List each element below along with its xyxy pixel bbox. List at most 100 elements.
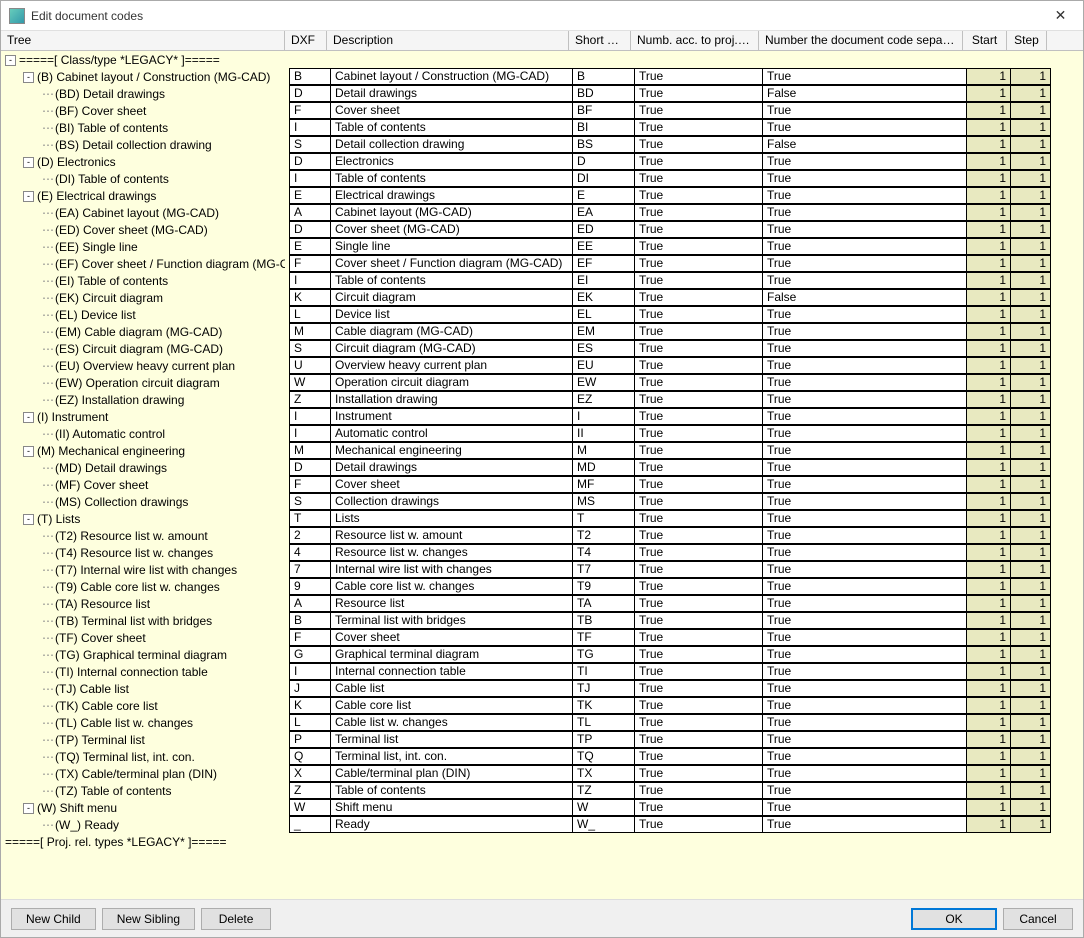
cell-step[interactable]: 1 — [1011, 527, 1051, 544]
cell-short-text[interactable]: EI — [573, 272, 635, 289]
cell-dxf[interactable]: I — [289, 663, 331, 680]
tree-cell[interactable]: ⋯(T7) Internal wire list with changes — [1, 561, 285, 579]
cell-step[interactable]: 1 — [1011, 646, 1051, 663]
delete-button[interactable]: Delete — [201, 908, 271, 930]
tree-cell[interactable]: ⋯(TI) Internal connection table — [1, 663, 285, 681]
cell-step[interactable]: 1 — [1011, 697, 1051, 714]
cell-dxf[interactable]: D — [289, 459, 331, 476]
cell-description[interactable]: Operation circuit diagram — [331, 374, 573, 391]
cell-short-text[interactable]: T — [573, 510, 635, 527]
cell-proj[interactable]: True — [635, 595, 763, 612]
tree-row[interactable]: ⋯(BF) Cover sheetFCover sheetBFTrueTrue1… — [1, 102, 1083, 120]
cell-start[interactable]: 1 — [967, 578, 1011, 595]
cell-start[interactable]: 1 — [967, 510, 1011, 527]
cell-step[interactable]: 1 — [1011, 153, 1051, 170]
cell-description[interactable]: Cable list w. changes — [331, 714, 573, 731]
tree-cell[interactable]: ⋯(TQ) Terminal list, int. con. — [1, 748, 285, 766]
tree-row[interactable]: ⋯(EM) Cable diagram (MG-CAD)MCable diagr… — [1, 323, 1083, 341]
tree-cell[interactable]: ⋯(TP) Terminal list — [1, 731, 285, 749]
cell-dxf[interactable]: Z — [289, 391, 331, 408]
tree-cell[interactable]: -=====[ Class/type *LEGACY* ]===== — [1, 51, 285, 69]
cell-description[interactable]: Terminal list — [331, 731, 573, 748]
cell-separately[interactable]: True — [763, 646, 967, 663]
cell-step[interactable]: 1 — [1011, 748, 1051, 765]
tree-row[interactable]: ⋯(BS) Detail collection drawingSDetail c… — [1, 136, 1083, 154]
tree-cell[interactable]: ⋯(TK) Cable core list — [1, 697, 285, 715]
cell-proj[interactable]: True — [635, 374, 763, 391]
tree-row[interactable]: ⋯(TA) Resource listAResource listTATrueT… — [1, 595, 1083, 613]
cell-step[interactable]: 1 — [1011, 374, 1051, 391]
cell-dxf[interactable]: I — [289, 272, 331, 289]
cell-description[interactable]: Cabinet layout / Construction (MG-CAD) — [331, 68, 573, 85]
cell-separately[interactable]: True — [763, 357, 967, 374]
cell-start[interactable]: 1 — [967, 391, 1011, 408]
cell-dxf[interactable]: M — [289, 323, 331, 340]
cell-dxf[interactable]: S — [289, 493, 331, 510]
cell-dxf[interactable]: 4 — [289, 544, 331, 561]
cell-separately[interactable]: False — [763, 289, 967, 306]
cell-separately[interactable]: True — [763, 272, 967, 289]
tree-row[interactable]: -(D) ElectronicsDElectronicsDTrueTrue11 — [1, 153, 1083, 171]
header-short-text[interactable]: Short Text — [569, 31, 631, 50]
cell-start[interactable]: 1 — [967, 357, 1011, 374]
cell-start[interactable]: 1 — [967, 680, 1011, 697]
cell-separately[interactable]: True — [763, 476, 967, 493]
expand-toggle[interactable]: - — [23, 157, 34, 168]
tree-row[interactable]: ⋯(BD) Detail drawingsDDetail drawingsBDT… — [1, 85, 1083, 103]
cell-short-text[interactable]: TX — [573, 765, 635, 782]
cell-proj[interactable]: True — [635, 255, 763, 272]
tree-row[interactable]: ⋯(TG) Graphical terminal diagramGGraphic… — [1, 646, 1083, 664]
cell-dxf[interactable]: T — [289, 510, 331, 527]
cell-short-text[interactable]: TA — [573, 595, 635, 612]
tree-cell[interactable]: ⋯(TL) Cable list w. changes — [1, 714, 285, 732]
cell-step[interactable]: 1 — [1011, 493, 1051, 510]
cell-separately[interactable]: True — [763, 170, 967, 187]
cell-dxf[interactable]: 9 — [289, 578, 331, 595]
tree-cell[interactable]: -(E) Electrical drawings — [1, 187, 285, 205]
cell-short-text[interactable]: TP — [573, 731, 635, 748]
cell-step[interactable]: 1 — [1011, 221, 1051, 238]
cell-step[interactable]: 1 — [1011, 816, 1051, 833]
tree-cell[interactable]: ⋯(EF) Cover sheet / Function diagram (MG… — [1, 255, 285, 273]
cell-dxf[interactable]: E — [289, 187, 331, 204]
cell-description[interactable]: Resource list w. amount — [331, 527, 573, 544]
cell-dxf[interactable]: B — [289, 68, 331, 85]
tree-cell[interactable]: ⋯(TG) Graphical terminal diagram — [1, 646, 285, 664]
cell-short-text[interactable]: EK — [573, 289, 635, 306]
cell-description[interactable]: Cable core list — [331, 697, 573, 714]
cell-short-text[interactable]: BD — [573, 85, 635, 102]
cell-dxf[interactable]: 7 — [289, 561, 331, 578]
cell-description[interactable]: Internal connection table — [331, 663, 573, 680]
tree-row[interactable]: ⋯(T4) Resource list w. changes4Resource … — [1, 544, 1083, 562]
cell-step[interactable]: 1 — [1011, 85, 1051, 102]
tree-cell[interactable]: -(T) Lists — [1, 510, 285, 528]
cell-proj[interactable]: True — [635, 119, 763, 136]
cell-separately[interactable]: True — [763, 187, 967, 204]
cell-short-text[interactable]: B — [573, 68, 635, 85]
cell-proj[interactable]: True — [635, 799, 763, 816]
cell-step[interactable]: 1 — [1011, 323, 1051, 340]
cell-short-text[interactable]: I — [573, 408, 635, 425]
cell-step[interactable]: 1 — [1011, 255, 1051, 272]
cell-description[interactable]: Table of contents — [331, 272, 573, 289]
cell-proj[interactable]: True — [635, 306, 763, 323]
tree-row[interactable]: ⋯(EA) Cabinet layout (MG-CAD)ACabinet la… — [1, 204, 1083, 222]
cell-description[interactable]: Resource list w. changes — [331, 544, 573, 561]
cell-proj[interactable]: True — [635, 340, 763, 357]
tree-cell[interactable]: ⋯(ED) Cover sheet (MG-CAD) — [1, 221, 285, 239]
cell-description[interactable]: Electronics — [331, 153, 573, 170]
cell-start[interactable]: 1 — [967, 323, 1011, 340]
cell-separately[interactable]: True — [763, 391, 967, 408]
cell-separately[interactable]: True — [763, 340, 967, 357]
tree-row[interactable]: -(B) Cabinet layout / Construction (MG-C… — [1, 68, 1083, 86]
cell-separately[interactable]: True — [763, 544, 967, 561]
cell-separately[interactable]: True — [763, 102, 967, 119]
cell-description[interactable]: Instrument — [331, 408, 573, 425]
ok-button[interactable]: OK — [911, 908, 997, 930]
tree-cell[interactable]: ⋯(TA) Resource list — [1, 595, 285, 613]
tree-row[interactable]: ⋯(MD) Detail drawingsDDetail drawingsMDT… — [1, 459, 1083, 477]
cell-short-text[interactable]: II — [573, 425, 635, 442]
cell-short-text[interactable]: EE — [573, 238, 635, 255]
cell-proj[interactable]: True — [635, 561, 763, 578]
tree-row[interactable]: ⋯(II) Automatic controlIAutomatic contro… — [1, 425, 1083, 443]
